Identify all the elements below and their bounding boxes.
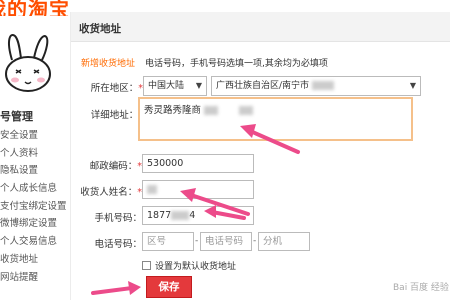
sidebar-item-security[interactable]: 安全设置 — [0, 127, 70, 145]
default-address-checkbox[interactable] — [142, 261, 151, 270]
chevron-down-icon: ▼ — [409, 81, 416, 90]
chevron-down-icon: ▼ — [195, 81, 202, 90]
phone-area-input[interactable]: 区号 — [142, 232, 194, 251]
phone-separator: - — [253, 236, 257, 246]
left-sidebar: 我的淘宝 号管理 安全设置 个人资料 隐私设置 个人成长信息 支付宝绑定设置 微… — [0, 0, 70, 300]
default-address-label: 设置为默认收货地址 — [155, 262, 237, 272]
user-avatar[interactable] — [0, 30, 56, 94]
detail-label: 详细地址：* — [90, 110, 143, 121]
mobile-value-tail: 4 — [189, 210, 196, 221]
redacted-mark — [171, 211, 190, 220]
phone-label: 电话号码： — [94, 239, 142, 250]
save-button[interactable]: 保存 — [146, 276, 192, 298]
mobile-value: 1877 — [147, 210, 172, 221]
sidebar-item-reminders[interactable]: 网站提醒 — [0, 269, 70, 287]
brand-logo[interactable]: 我的淘宝 — [0, 0, 70, 16]
account-management-title: 号管理 — [0, 110, 33, 123]
postcode-label: 邮政编码：* — [89, 161, 142, 172]
sidebar-item-weibo[interactable]: 微博绑定设置 — [0, 215, 70, 233]
sidebar-item-address[interactable]: 收货地址 — [0, 251, 70, 269]
new-address-link[interactable]: 新增收货地址 — [81, 56, 135, 69]
baidu-watermark: Bai 百度 经验 — [393, 283, 449, 293]
redacted-mark — [204, 106, 219, 115]
sidebar-item-profile[interactable]: 个人资料 — [0, 145, 70, 163]
sidebar-item-trade-info[interactable]: 个人交易信息 — [0, 233, 70, 251]
mobile-label: 手机号码： — [94, 213, 142, 224]
region-label: 所在地区：* — [90, 83, 143, 94]
country-select[interactable]: 中国大陆 ▼ — [143, 76, 207, 96]
sidebar-item-alipay[interactable]: 支付宝绑定设置 — [0, 198, 70, 216]
sidebar-item-privacy[interactable]: 隐私设置 — [0, 162, 70, 180]
address-panel: 收货地址 新增收货地址 电话号码，手机号码选填一项,其余均为必填项 所在地区：*… — [70, 12, 450, 300]
redacted-mark — [311, 81, 334, 90]
phone-separator: - — [195, 236, 199, 246]
receiver-name-input[interactable] — [142, 180, 254, 199]
phone-number-input[interactable]: 电话号码 — [200, 232, 252, 251]
phone-ext-input[interactable]: 分机 — [258, 232, 310, 251]
sidebar-item-growth[interactable]: 个人成长信息 — [0, 180, 70, 198]
redacted-mark — [239, 106, 254, 115]
postcode-input[interactable]: 530000 — [142, 154, 254, 173]
detail-address-textarea[interactable]: 秀灵路秀隆商 — [138, 97, 413, 141]
area-select-value: 广西壮族自治区/南宁市 — [216, 81, 310, 91]
mobile-input[interactable]: 1877 4 — [142, 206, 254, 225]
receiver-name-label: 收货人姓名：* — [80, 187, 142, 198]
detail-address-value: 秀灵路秀隆商 — [144, 105, 202, 116]
brand-logo-text: 我的淘宝 — [0, 0, 70, 16]
area-select[interactable]: 广西壮族自治区/南宁市 ▼ — [211, 76, 421, 96]
country-select-value: 中国大陆 — [148, 81, 185, 91]
panel-header: 收货地址 — [71, 12, 450, 42]
sidebar-menu: 安全设置 个人资料 隐私设置 个人成长信息 支付宝绑定设置 微博绑定设置 个人交… — [0, 127, 70, 286]
redacted-mark — [147, 185, 157, 194]
panel-title: 收货地址 — [79, 23, 121, 35]
form-tip: 电话号码，手机号码选填一项,其余均为必填项 — [145, 59, 328, 69]
